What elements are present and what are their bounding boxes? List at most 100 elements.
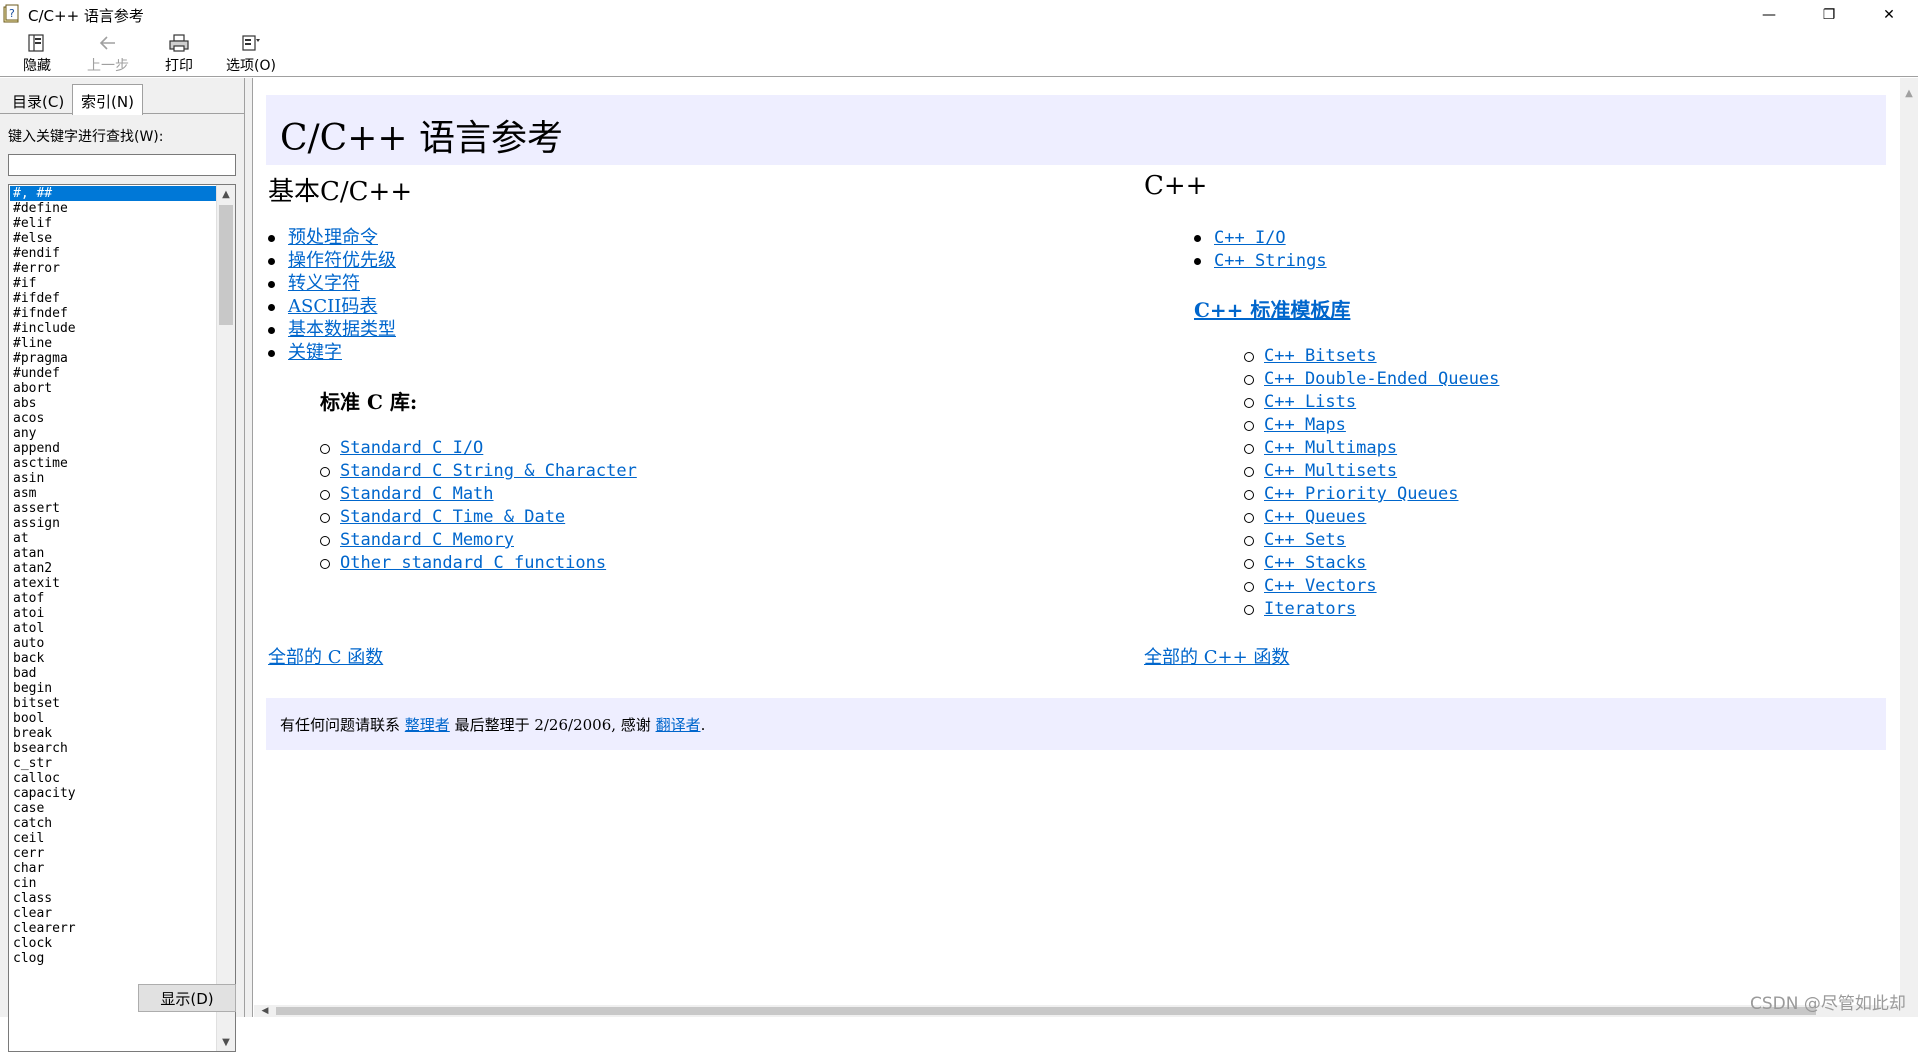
scroll-left-arrow-icon[interactable]: ◀: [258, 1005, 272, 1017]
tab-contents[interactable]: 目录(C): [4, 88, 72, 114]
basic-links-item-link[interactable]: ASCII码表: [288, 296, 377, 317]
keyword-item[interactable]: assign: [10, 516, 216, 531]
keyword-item[interactable]: at: [10, 531, 216, 546]
maximize-button[interactable]: ❐: [1806, 0, 1852, 29]
keyword-item[interactable]: atexit: [10, 576, 216, 591]
keyword-item[interactable]: c_str: [10, 756, 216, 771]
keyword-item[interactable]: #elif: [10, 216, 216, 231]
stl-links-item-link[interactable]: C++ Multimaps: [1264, 438, 1397, 458]
keyword-item[interactable]: atan: [10, 546, 216, 561]
keyword-item[interactable]: atol: [10, 621, 216, 636]
pane-splitter[interactable]: [245, 78, 253, 1017]
back-button[interactable]: 上一步: [82, 31, 134, 75]
keyword-item[interactable]: case: [10, 801, 216, 816]
hide-button[interactable]: 隐藏: [14, 31, 60, 75]
tab-index[interactable]: 索引(N): [72, 84, 143, 115]
keyword-item[interactable]: any: [10, 426, 216, 441]
keyword-item[interactable]: clear: [10, 906, 216, 921]
keyword-item[interactable]: begin: [10, 681, 216, 696]
stdc-links-item-link[interactable]: Standard C Memory: [340, 530, 514, 550]
keyword-item[interactable]: abort: [10, 381, 216, 396]
maintainer-link[interactable]: 整理者: [405, 716, 450, 734]
content-vertical-scrollbar[interactable]: ▲: [1900, 78, 1918, 1017]
keyword-item[interactable]: atan2: [10, 561, 216, 576]
keyword-item[interactable]: atoi: [10, 606, 216, 621]
print-button[interactable]: 打印: [158, 31, 200, 75]
display-button[interactable]: 显示(D): [138, 984, 236, 1012]
keyword-item[interactable]: #, ##: [10, 186, 216, 201]
stl-links-item-link[interactable]: Iterators: [1264, 599, 1356, 619]
all-cpp-functions-link[interactable]: 全部的 C++ 函数: [1144, 643, 1289, 669]
stl-links-item-link[interactable]: C++ Priority Queues: [1264, 484, 1458, 504]
basic-links-item-link[interactable]: 预处理命令: [288, 227, 378, 248]
all-c-functions-link[interactable]: 全部的 C 函数: [268, 643, 383, 669]
keyword-item[interactable]: clearerr: [10, 921, 216, 936]
keyword-item[interactable]: #include: [10, 321, 216, 336]
keyword-item[interactable]: atof: [10, 591, 216, 606]
minimize-button[interactable]: —: [1746, 0, 1792, 29]
keyword-item[interactable]: #ifndef: [10, 306, 216, 321]
keyword-item[interactable]: clock: [10, 936, 216, 951]
basic-links-item-link[interactable]: 基本数据类型: [288, 319, 396, 340]
keyword-item[interactable]: clog: [10, 951, 216, 966]
keyword-item[interactable]: bool: [10, 711, 216, 726]
stl-links-item-link[interactable]: C++ Multisets: [1264, 461, 1397, 481]
stdc-links-item-link[interactable]: Other standard C functions: [340, 553, 606, 573]
keyword-item[interactable]: char: [10, 861, 216, 876]
close-button[interactable]: ✕: [1866, 0, 1912, 29]
keyword-item[interactable]: #if: [10, 276, 216, 291]
options-button[interactable]: 选项(O): [222, 31, 280, 75]
stl-links-item-link[interactable]: C++ Double-Ended Queues: [1264, 369, 1499, 389]
keyword-item[interactable]: #pragma: [10, 351, 216, 366]
keyword-item[interactable]: #ifdef: [10, 291, 216, 306]
keyword-item[interactable]: cin: [10, 876, 216, 891]
scroll-up-arrow-icon[interactable]: ▲: [217, 185, 235, 203]
stl-links-item-link[interactable]: C++ Bitsets: [1264, 346, 1377, 366]
keyword-item[interactable]: #define: [10, 201, 216, 216]
help-book-icon[interactable]: ?: [2, 4, 22, 24]
keyword-item[interactable]: #endif: [10, 246, 216, 261]
translator-link[interactable]: 翻译者: [656, 716, 701, 734]
keyword-item[interactable]: catch: [10, 816, 216, 831]
keyword-item[interactable]: #else: [10, 231, 216, 246]
basic-links-item-link[interactable]: 关键字: [288, 342, 342, 363]
cpp-links-item-link[interactable]: C++ Strings: [1214, 251, 1327, 271]
basic-links-item-link[interactable]: 转义字符: [288, 273, 360, 294]
keyword-item[interactable]: cerr: [10, 846, 216, 861]
keyword-item[interactable]: class: [10, 891, 216, 906]
stl-links-item-link[interactable]: C++ Maps: [1264, 415, 1346, 435]
scroll-up-arrow-icon[interactable]: ▲: [1900, 84, 1918, 102]
keyword-item[interactable]: assert: [10, 501, 216, 516]
content-horizontal-scroll-thumb[interactable]: [276, 1007, 1816, 1015]
keyword-list-scroll-thumb[interactable]: [219, 205, 233, 325]
keyword-list[interactable]: #, ## #define #elif #else #endif #error #if #if…: [8, 184, 236, 1052]
stl-links-item-link[interactable]: C++ Stacks: [1264, 553, 1366, 573]
content-horizontal-scrollbar[interactable]: ◀: [254, 1005, 1900, 1017]
stl-links-item-link[interactable]: C++ Sets: [1264, 530, 1346, 550]
keyword-item[interactable]: asctime: [10, 456, 216, 471]
keyword-item[interactable]: #line: [10, 336, 216, 351]
keyword-item[interactable]: break: [10, 726, 216, 741]
scroll-down-arrow-icon[interactable]: ▼: [217, 1033, 235, 1051]
keyword-item[interactable]: ceil: [10, 831, 216, 846]
keyword-item[interactable]: append: [10, 441, 216, 456]
keyword-item[interactable]: asin: [10, 471, 216, 486]
keyword-item[interactable]: acos: [10, 411, 216, 426]
keyword-search-input[interactable]: [8, 154, 236, 176]
keyword-item[interactable]: bitset: [10, 696, 216, 711]
keyword-item[interactable]: abs: [10, 396, 216, 411]
stl-links-item-link[interactable]: C++ Lists: [1264, 392, 1356, 412]
keyword-item[interactable]: bad: [10, 666, 216, 681]
keyword-item[interactable]: back: [10, 651, 216, 666]
stl-links-item-link[interactable]: C++ Vectors: [1264, 576, 1377, 596]
keyword-item[interactable]: #error: [10, 261, 216, 276]
stdc-links-item-link[interactable]: Standard C I/O: [340, 438, 483, 458]
keyword-item[interactable]: #undef: [10, 366, 216, 381]
keyword-item[interactable]: capacity: [10, 786, 216, 801]
stdc-links-item-link[interactable]: Standard C Math: [340, 484, 494, 504]
keyword-item[interactable]: calloc: [10, 771, 216, 786]
stl-heading-link[interactable]: C++ 标准模板库: [1194, 298, 1350, 322]
stdc-links-item-link[interactable]: Standard C Time & Date: [340, 507, 565, 527]
keyword-list-scrollbar[interactable]: ▲ ▼: [216, 185, 235, 1051]
cpp-links-item-link[interactable]: C++ I/O: [1214, 228, 1286, 248]
